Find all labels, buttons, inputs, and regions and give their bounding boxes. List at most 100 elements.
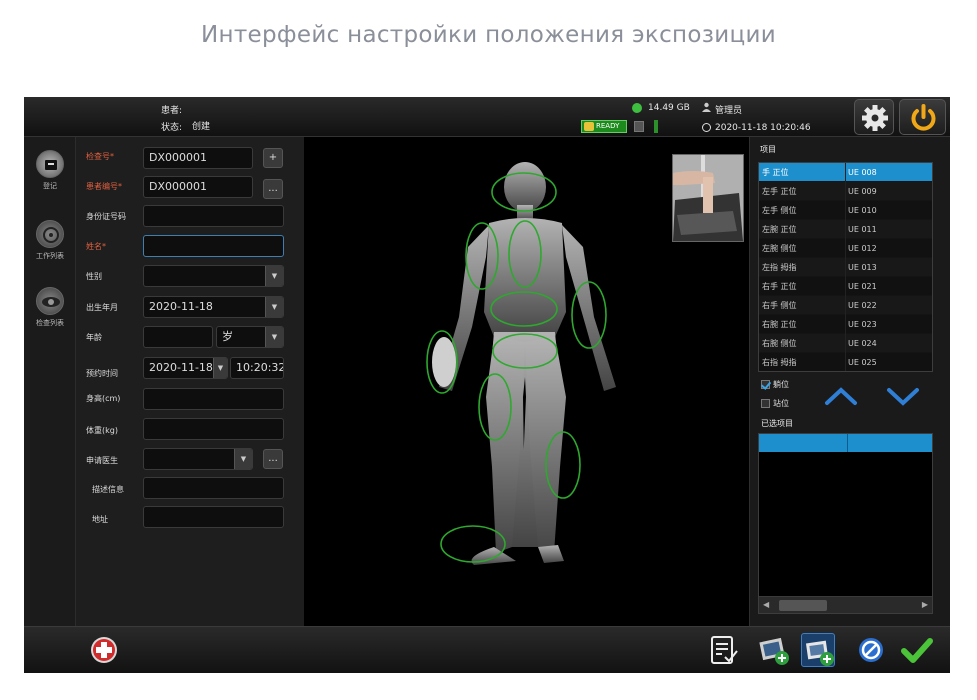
confirm-button[interactable] (900, 633, 934, 667)
ready-indicator: READY (581, 120, 627, 133)
item-row[interactable]: 右指 拇指 UE 025 (759, 353, 932, 371)
nav-item-exam-list[interactable]: 检查列表 (24, 287, 76, 347)
age-label: 年龄 (86, 333, 102, 342)
lying-option[interactable]: 躺位 (761, 379, 789, 390)
disk-icon (632, 103, 642, 113)
exam-no-field[interactable]: DX000001 (143, 147, 253, 169)
worklist-icon (36, 220, 64, 248)
patient-no-field[interactable]: DX000001 (143, 176, 253, 198)
add-exposure-button[interactable] (801, 633, 835, 667)
patient-label: 患者: (161, 106, 183, 116)
settings-button[interactable] (854, 99, 894, 135)
user-icon (702, 102, 711, 112)
nav-label-register: 登记 (43, 182, 57, 190)
age-unit-select[interactable]: 岁 ▼ (216, 326, 284, 348)
clock-icon (702, 123, 711, 132)
chevron-down-icon: ▼ (265, 266, 283, 286)
patient-no-label: 患者编号* (86, 182, 122, 191)
item-row[interactable]: 左腕 正位 UE 011 (759, 220, 932, 239)
nav-label-exam-list: 检查列表 (36, 319, 64, 327)
item-row[interactable]: 左腕 侧位 UE 012 (759, 239, 932, 258)
exposure-add-icon (805, 640, 834, 666)
checklist-button[interactable] (707, 633, 741, 667)
power-icon (911, 104, 936, 131)
ready-icon (584, 122, 594, 131)
status-value: 创建 (192, 122, 211, 132)
register-icon (36, 150, 64, 178)
item-row[interactable]: 左手 正位 UE 009 (759, 182, 932, 201)
status-label: 状态: (161, 123, 183, 133)
standing-label: 站位 (773, 399, 789, 408)
doctor-select[interactable]: ▼ (143, 448, 253, 470)
horizontal-scrollbar[interactable]: ◀ ▶ (759, 596, 932, 613)
chevron-down-icon: ▼ (213, 358, 227, 378)
standing-option[interactable]: 站位 (761, 398, 789, 409)
app-window: 患者: 状态: 创建 14.49 GB 管理员 READY 2020-11-18… (24, 97, 950, 673)
doctor-lookup-button[interactable]: ... (263, 449, 283, 469)
appt-date-select[interactable]: 2020-11-18 ▼ (143, 357, 228, 379)
user-name: 管理员 (715, 106, 743, 116)
position-preview-image (672, 154, 744, 242)
age-field[interactable] (143, 326, 213, 348)
left-nav: 登记 工作列表 检查列表 (24, 137, 76, 626)
sex-select[interactable]: ▼ (143, 265, 284, 287)
item-row[interactable]: 右腕 正位 UE 023 (759, 315, 932, 334)
item-row[interactable]: 左指 拇指 UE 013 (759, 258, 932, 277)
exam-no-label: 检查号* (86, 152, 114, 161)
item-row[interactable]: 右手 正位 UE 021 (759, 277, 932, 296)
addr-field[interactable] (143, 506, 284, 528)
selected-table-header (759, 434, 932, 452)
exam-items-table: 手 正位 UE 008 左手 正位 UE 009 左手 侧位 UE 010 左腕 正位… (758, 162, 933, 372)
item-row[interactable]: 左手 侧位 UE 010 (759, 201, 932, 220)
move-up-icon[interactable] (824, 385, 858, 407)
page-title: Интерфейс настройки положения экспозиции (201, 22, 776, 48)
birth-value: 2020-11-18 (149, 300, 213, 313)
top-bar: 患者: 状态: 创建 14.49 GB 管理员 READY 2020-11-18… (24, 97, 950, 137)
height-field[interactable] (143, 388, 284, 410)
desc-field[interactable] (143, 477, 284, 499)
add-patient-button[interactable] (87, 633, 121, 667)
scroll-thumb[interactable] (779, 600, 827, 611)
device-status-icon (634, 121, 644, 132)
item-row[interactable]: 右手 侧位 UE 022 (759, 296, 932, 315)
scroll-right-icon[interactable]: ▶ (922, 600, 928, 609)
image-add-icon (759, 637, 789, 665)
scroll-left-icon[interactable]: ◀ (763, 600, 769, 609)
medical-cross-icon (91, 637, 117, 663)
birth-label: 出生年月 (86, 303, 118, 312)
nav-item-worklist[interactable]: 工作列表 (24, 220, 76, 280)
weight-field[interactable] (143, 418, 284, 440)
prohibit-icon (859, 638, 883, 662)
datetime: 2020-11-18 10:20:46 (715, 123, 811, 133)
age-unit: 岁 (222, 330, 233, 343)
selected-items-label: 已选项目 (761, 419, 793, 428)
cancel-button[interactable] (854, 633, 888, 667)
appt-time-field[interactable]: 10:20:32 (230, 357, 284, 379)
patient-lookup-button[interactable]: ... (263, 179, 283, 199)
checkmark-icon (901, 638, 933, 663)
move-down-icon[interactable] (886, 385, 920, 407)
birth-select[interactable]: 2020-11-18 ▼ (143, 296, 284, 318)
battery-icon (654, 120, 658, 133)
item-row[interactable]: 右腕 侧位 UE 024 (759, 334, 932, 353)
weight-label: 体重(kg) (86, 426, 118, 435)
nav-item-register[interactable]: 登记 (24, 150, 76, 210)
appt-label: 预约时间 (86, 369, 118, 378)
chevron-down-icon: ▼ (265, 297, 283, 317)
name-field[interactable] (143, 235, 284, 257)
id-field[interactable] (143, 205, 284, 227)
chevron-down-icon: ▼ (234, 449, 252, 469)
appt-date: 2020-11-18 (149, 361, 213, 374)
standing-checkbox[interactable] (761, 399, 770, 408)
power-button[interactable] (899, 99, 946, 135)
bottom-toolbar (24, 626, 950, 673)
nav-label-worklist: 工作列表 (36, 252, 64, 260)
add-image-button[interactable] (757, 633, 791, 667)
height-label: 身高(cm) (86, 394, 121, 403)
lying-checkbox[interactable] (761, 380, 770, 389)
sex-label: 性别 (86, 272, 102, 281)
add-exam-button[interactable]: + (263, 148, 283, 168)
eye-icon (36, 287, 64, 315)
gear-icon (862, 105, 888, 131)
item-row[interactable]: 手 正位 UE 008 (759, 163, 932, 182)
